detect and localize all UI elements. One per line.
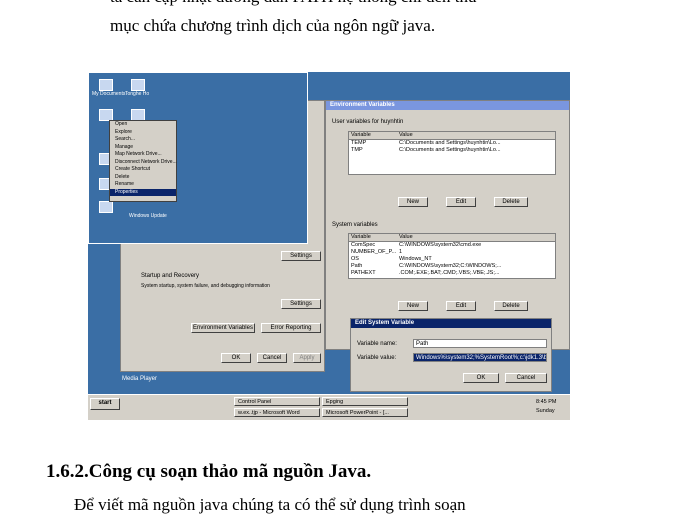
menu-item-map-drive[interactable]: Map Network Drive...	[110, 151, 176, 159]
apply-button[interactable]: Apply	[293, 353, 321, 363]
media-player-label: Media Player	[122, 376, 158, 382]
table-row[interactable]: OS Windows_NT	[349, 256, 555, 263]
startup-label: Startup and Recovery	[141, 273, 200, 279]
env-vars-button[interactable]: Environment Variables	[191, 323, 255, 333]
clock-day: Sunday	[536, 408, 555, 414]
paragraph-line-2: mục chứa chương trình dịch của ngôn ngữ …	[110, 16, 436, 35]
user-vars-group: User variables for huynhtin	[332, 119, 404, 125]
col-value[interactable]: Value	[399, 132, 555, 139]
next-line-text: Để viết mã nguồn java chúng ta có thể sử…	[74, 495, 466, 514]
environment-variables-dialog: Environment Variables User variables for…	[325, 100, 570, 350]
menu-item-open[interactable]: Open	[110, 121, 176, 129]
menu-item-delete[interactable]: Delete	[110, 174, 176, 182]
clock-time: 8:45 PM	[536, 399, 557, 405]
user-edit-button[interactable]: Edit	[446, 197, 476, 207]
menu-item-manage[interactable]: Manage	[110, 144, 176, 152]
edit-cancel-button[interactable]: Cancel	[505, 373, 547, 383]
context-menu: Open Explore Search... Manage Map Networ…	[109, 120, 177, 202]
system-edit-button[interactable]: Edit	[446, 301, 476, 311]
var-value-label: Variable value:	[357, 355, 397, 361]
folder-icon[interactable]	[131, 79, 145, 91]
table-row[interactable]: PATHEXT .COM;.EXE;.BAT;.CMD;.VBS;.VBE;.JS…	[349, 270, 555, 277]
cancel-button[interactable]: Cancel	[257, 353, 287, 363]
user-vars-list[interactable]: Variable Value TEMP C:\Documents and Setti…	[348, 131, 556, 175]
settings-button-1[interactable]: Settings	[281, 251, 321, 261]
menu-item-search[interactable]: Search...	[110, 136, 176, 144]
user-delete-button[interactable]: Delete	[494, 197, 528, 207]
update-icon[interactable]	[99, 201, 113, 213]
ok-button[interactable]: OK	[221, 353, 251, 363]
env-dialog-title: Environment Variables	[326, 101, 569, 110]
var-name-label: Variable name:	[357, 341, 397, 347]
table-row[interactable]: NUMBER_OF_P... 1	[349, 249, 555, 256]
settings-button-2[interactable]: Settings	[281, 299, 321, 309]
table-row[interactable]: TEMP C:\Documents and Settings\huynhtin\L…	[349, 140, 555, 147]
var-name-input[interactable]: Path	[413, 339, 547, 348]
startup-desc: System startup, system failure, and debu…	[141, 283, 270, 289]
edit-ok-button[interactable]: OK	[463, 373, 499, 383]
system-vars-group: System variables	[332, 222, 378, 228]
windows-screenshot: Settings Startup and Recovery System sta…	[88, 72, 570, 420]
table-row[interactable]: ComSpec C:\WINDOWS\system32\cmd.exe	[349, 242, 555, 249]
var-value-input[interactable]: Windows%\system32;%SystemRoot%;c:\jdk1.3…	[413, 353, 547, 362]
table-row[interactable]: Path C:\WINDOWS\system32;C:\WINDOWS;...	[349, 263, 555, 270]
system-new-button[interactable]: New	[398, 301, 428, 311]
system-vars-list[interactable]: Variable Value ComSpec C:\WINDOWS\system32…	[348, 233, 556, 279]
user-new-button[interactable]: New	[398, 197, 428, 207]
menu-item-disconnect-drive[interactable]: Disconnect Network Drive...	[110, 159, 177, 167]
desktop-icon-label: My Documents	[92, 91, 126, 97]
error-reporting-button[interactable]: Error Reporting	[261, 323, 321, 333]
start-button[interactable]: start	[90, 398, 120, 410]
task-word[interactable]: w.ex..tjp - Microsoft Word	[234, 408, 320, 417]
menu-item-properties[interactable]: Properties	[110, 188, 176, 196]
taskbar: start Control Panel Epging w.ex..tjp - M…	[88, 394, 570, 420]
menu-item-explore[interactable]: Explore	[110, 129, 176, 137]
system-delete-button[interactable]: Delete	[494, 301, 528, 311]
table-row[interactable]: TMP C:\Documents and Settings\huynhtin\Lo…	[349, 147, 555, 154]
paragraph-line-1: ta cần cập nhật đường dẫn PATH hệ thống …	[110, 0, 477, 8]
task-epging[interactable]: Epging	[322, 397, 408, 406]
desktop-inset: My Documents Tonghe Ho Windows Update Op…	[88, 72, 308, 244]
my-documents-icon[interactable]	[99, 79, 113, 91]
desktop-icon-label: Tonghe Ho	[125, 91, 150, 97]
menu-item-rename[interactable]: Rename	[110, 181, 176, 189]
section-heading: 1.6.2.Công cụ soạn thảo mã nguồn Java.	[46, 461, 372, 482]
col-variable[interactable]: Variable	[349, 132, 399, 139]
menu-item-create-shortcut[interactable]: Create Shortcut	[110, 166, 176, 174]
task-powerpoint[interactable]: Microsoft PowerPoint - [...	[322, 408, 408, 417]
task-control-panel[interactable]: Control Panel	[234, 397, 320, 406]
desktop-icon-label: Windows Update	[129, 213, 167, 219]
edit-system-variable-dialog: Edit System Variable Variable name: Path…	[350, 318, 552, 392]
edit-dialog-title: Edit System Variable	[351, 319, 551, 328]
